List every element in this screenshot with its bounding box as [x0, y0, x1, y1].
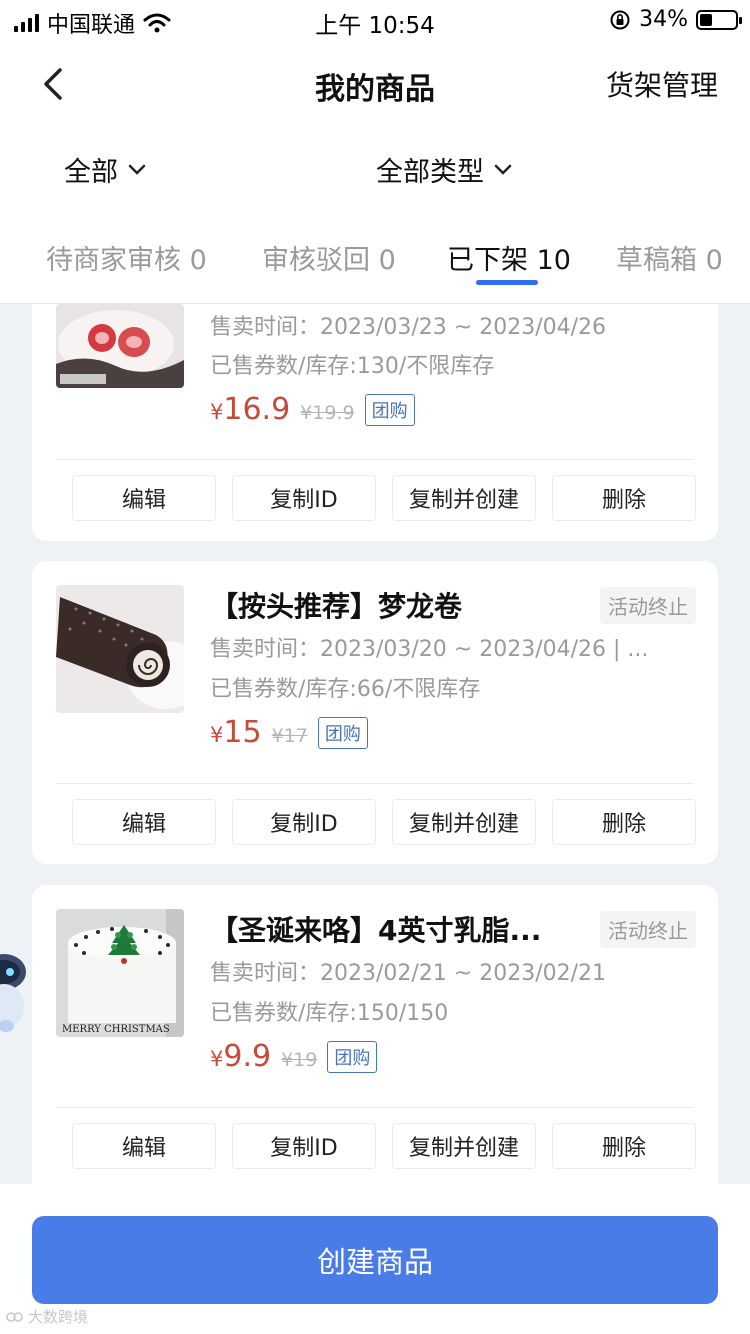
- product-list[interactable]: 售卖时间：2023/03/23 ~ 2023/04/26 已售券数/库存:130…: [0, 304, 750, 1184]
- group-buy-tag: 团购: [327, 1040, 378, 1073]
- current-price: ¥9.9: [210, 1039, 271, 1074]
- tab-drafts[interactable]: 草稿箱 0: [616, 238, 723, 277]
- tab-label: 待商家审核: [46, 245, 181, 276]
- stock-info: 已售券数/库存:130/不限库存: [210, 354, 495, 379]
- battery-icon: [696, 9, 742, 30]
- edit-button[interactable]: 编辑: [72, 475, 216, 521]
- currency-symbol: ¥: [210, 400, 224, 424]
- card-divider: [56, 783, 694, 784]
- chevron-down-icon: [128, 164, 146, 175]
- active-tab-indicator: [476, 280, 538, 285]
- status-bar: 中国联通 上午 10:54 34%: [0, 0, 750, 40]
- delete-button[interactable]: 删除: [552, 799, 696, 845]
- chevron-down-icon: [494, 164, 512, 175]
- copy-create-button[interactable]: 复制并创建: [392, 1123, 536, 1169]
- price-row: ¥15 ¥17 团购: [210, 715, 368, 750]
- edit-button[interactable]: 编辑: [72, 1123, 216, 1169]
- currency-symbol: ¥: [210, 723, 224, 747]
- status-filter-dropdown[interactable]: 全部: [64, 150, 146, 189]
- card-divider: [56, 1107, 694, 1108]
- stock-info: 已售券数/库存:150/150: [210, 1001, 449, 1026]
- watermark: 大数跨境: [6, 1306, 88, 1327]
- tab-count: 0: [705, 245, 723, 276]
- christmas-cake-image: MERRY CHRISTMAS: [56, 909, 184, 1037]
- price-value: 16.9: [223, 392, 291, 427]
- card-actions: 编辑 复制ID 复制并创建 删除: [72, 475, 696, 521]
- tab-count: 0: [378, 245, 396, 276]
- product-card[interactable]: MERRY CHRISTMAS 【圣诞来咯】4英寸乳脂... 活动终止 售卖时间…: [32, 885, 718, 1184]
- tab-label: 审核驳回: [262, 245, 370, 276]
- currency-symbol: ¥: [210, 1047, 224, 1071]
- sale-time: 售卖时间：2023/03/20 ~ 2023/04/26 | ...: [210, 637, 649, 662]
- tab-pending-review[interactable]: 待商家审核 0: [46, 238, 207, 277]
- rotation-lock-icon: [610, 10, 630, 29]
- copy-create-button[interactable]: 复制并创建: [392, 475, 536, 521]
- tab-count: 0: [189, 245, 207, 276]
- tab-count: 10: [536, 245, 571, 276]
- status-filter-label: 全部: [64, 157, 118, 188]
- copy-id-button[interactable]: 复制ID: [232, 475, 376, 521]
- copy-id-button[interactable]: 复制ID: [232, 799, 376, 845]
- product-card[interactable]: 【按头推荐】梦龙卷 活动终止 售卖时间：2023/03/20 ~ 2023/04…: [32, 561, 718, 864]
- type-filter-label: 全部类型: [376, 157, 484, 188]
- delete-button[interactable]: 删除: [552, 1123, 696, 1169]
- strawberry-dessert-image: [56, 304, 184, 388]
- copy-create-button[interactable]: 复制并创建: [392, 799, 536, 845]
- tab-label: 草稿箱: [616, 245, 697, 276]
- card-actions: 编辑 复制ID 复制并创建 删除: [72, 1123, 696, 1169]
- group-buy-tag: 团购: [364, 393, 415, 426]
- original-price: ¥19.9: [300, 402, 355, 424]
- original-price: ¥19: [281, 1049, 318, 1071]
- price-row: ¥9.9 ¥19 团购: [210, 1039, 378, 1074]
- cake-text: MERRY CHRISTMAS: [62, 1024, 170, 1035]
- copy-id-button[interactable]: 复制ID: [232, 1123, 376, 1169]
- group-buy-tag: 团购: [317, 716, 368, 749]
- type-filter-dropdown[interactable]: 全部类型: [376, 150, 512, 189]
- product-title: 【按头推荐】梦龙卷: [210, 590, 463, 623]
- tab-delisted[interactable]: 已下架 10: [447, 238, 571, 277]
- price-value: 15: [223, 715, 262, 750]
- create-product-button[interactable]: 创建商品: [32, 1216, 718, 1304]
- price-value: 9.9: [223, 1039, 272, 1074]
- shelf-management-button[interactable]: 货架管理: [606, 64, 718, 104]
- card-divider: [56, 459, 694, 460]
- nav-bar: 我的商品 货架管理: [0, 40, 750, 130]
- bottom-bar: 创建商品: [0, 1184, 750, 1334]
- status-tabs: 待商家审核 0 审核驳回 0 已下架 10 草稿箱 0: [0, 210, 750, 304]
- card-actions: 编辑 复制ID 复制并创建 删除: [72, 799, 696, 845]
- edit-button[interactable]: 编辑: [72, 799, 216, 845]
- filter-bar: 全部 全部类型: [0, 130, 750, 210]
- original-price: ¥17: [271, 725, 308, 747]
- delete-button[interactable]: 删除: [552, 475, 696, 521]
- status-badge: 活动终止: [600, 587, 696, 624]
- sale-time: 售卖时间：2023/02/21 ~ 2023/02/21: [210, 961, 607, 986]
- battery-percent: 34%: [639, 7, 688, 32]
- product-title: 【圣诞来咯】4英寸乳脂...: [210, 914, 542, 947]
- product-card: 售卖时间：2023/03/23 ~ 2023/04/26 已售券数/库存:130…: [32, 304, 718, 541]
- sale-time: 售卖时间：2023/03/23 ~ 2023/04/26: [210, 315, 607, 340]
- tab-rejected[interactable]: 审核驳回 0: [262, 238, 396, 277]
- price-row: ¥16.9 ¥19.9 团购: [210, 392, 415, 427]
- current-price: ¥15: [210, 715, 262, 750]
- status-badge: 活动终止: [600, 911, 696, 948]
- current-price: ¥16.9: [210, 392, 290, 427]
- assistant-robot-icon[interactable]: [0, 952, 26, 1038]
- tab-label: 已下架: [447, 245, 528, 276]
- chocolate-roll-cake-image: [56, 585, 184, 713]
- stock-info: 已售券数/库存:66/不限库存: [210, 677, 481, 702]
- watermark-text: 大数跨境: [28, 1308, 89, 1326]
- watermark-logo-icon: [6, 1311, 23, 1322]
